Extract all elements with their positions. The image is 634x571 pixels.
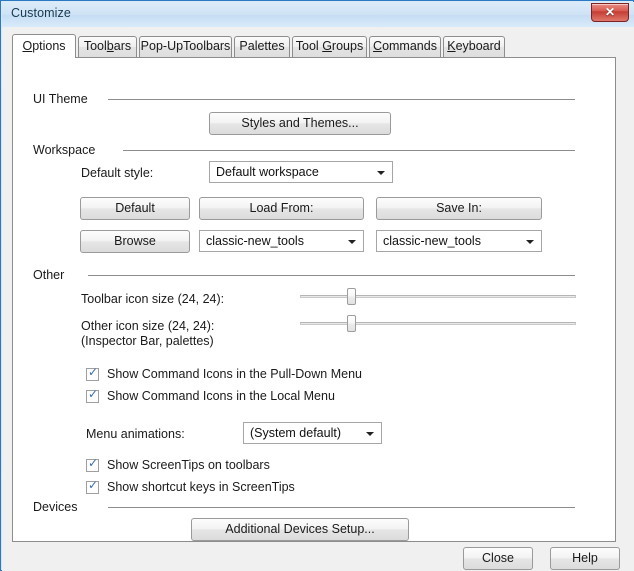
checkbox-pulldown-icons-label: Show Command Icons in the Pull-Down Menu [107,367,362,381]
toolbar-icon-size-slider[interactable] [300,286,576,306]
options-tab-panel: UI Theme Styles and Themes... Workspace … [12,57,616,542]
toolbar-icon-size-label: Toolbar icon size (24, 24): [81,292,225,306]
default-style-combo[interactable]: Default workspace [209,161,393,183]
customize-dialog-window: Customize ✕ Options Toolbars Pop-UpToolb… [0,0,634,571]
load-from-combo-value: classic-new_tools [206,234,304,248]
close-button[interactable]: Close [463,547,533,570]
load-from-button[interactable]: Load From: [199,197,364,220]
additional-devices-setup-button[interactable]: Additional Devices Setup... [191,518,409,541]
check-icon: ✓ [88,387,99,401]
dialog-body: Options Toolbars Pop-UpToolbars Palettes… [2,27,634,571]
default-button[interactable]: Default [80,197,190,220]
checkbox-local-menu-icons[interactable]: ✓ [86,387,99,403]
tab-options[interactable]: Options [12,34,76,58]
save-in-button[interactable]: Save In: [376,197,542,220]
checkbox-screentips[interactable]: ✓ [86,456,99,472]
other-icon-size-slider[interactable] [300,313,576,333]
group-label-ui-theme: UI Theme [33,92,88,106]
menu-animations-label: Menu animations: [86,427,185,441]
checkbox-local-menu-icons-label: Show Command Icons in the Local Menu [107,389,335,403]
default-style-label: Default style: [81,166,154,180]
slider-track [300,322,576,325]
menu-animations-combo[interactable]: (System default) [243,422,382,444]
help-button[interactable]: Help [550,547,620,570]
group-rule-devices [108,507,575,508]
save-in-combo[interactable]: classic-new_tools [376,230,542,252]
slider-thumb[interactable] [347,315,356,332]
styles-and-themes-button[interactable]: Styles and Themes... [209,112,391,135]
group-label-devices: Devices [33,500,78,514]
chevron-down-icon [366,432,374,436]
checkbox-shortcut-keys[interactable]: ✓ [86,478,99,494]
group-label-workspace: Workspace [33,143,96,157]
tab-popup-toolbars[interactable]: Pop-UpToolbars [139,36,232,57]
close-window-button[interactable]: ✕ [591,3,629,22]
save-in-combo-value: classic-new_tools [383,234,481,248]
close-icon: ✕ [604,5,616,19]
slider-thumb[interactable] [347,288,356,305]
browse-button[interactable]: Browse [80,230,190,253]
chevron-down-icon [377,171,385,175]
tab-tool-groups[interactable]: Tool Groups [292,36,367,57]
tab-palettes[interactable]: Palettes [234,36,290,57]
check-icon: ✓ [88,365,99,379]
checkbox-shortcut-keys-label: Show shortcut keys in ScreenTips [107,480,295,494]
checkbox-pulldown-icons[interactable]: ✓ [86,365,99,381]
check-icon: ✓ [88,456,99,470]
check-icon: ✓ [88,478,99,492]
tab-toolbars[interactable]: Toolbars [78,36,137,57]
checkbox-screentips-label: Show ScreenTips on toolbars [107,458,270,472]
default-style-combo-value: Default workspace [216,165,319,179]
group-rule-workspace [123,150,575,151]
chevron-down-icon [526,240,534,244]
slider-track [300,295,576,298]
group-label-other: Other [33,268,65,282]
chevron-down-icon [348,240,356,244]
load-from-combo[interactable]: classic-new_tools [199,230,364,252]
menu-animations-combo-value: (System default) [250,426,342,440]
title-bar[interactable]: Customize ✕ [2,2,634,27]
tab-keyboard[interactable]: Keyboard [443,36,505,57]
other-icon-size-label: Other icon size (24, 24): [81,319,215,333]
other-icon-size-sublabel: (Inspector Bar, palettes) [81,334,214,348]
tab-commands[interactable]: Commands [369,36,441,57]
window-title: Customize [11,6,71,20]
group-rule-other [88,275,575,276]
group-rule-ui-theme [108,99,575,100]
